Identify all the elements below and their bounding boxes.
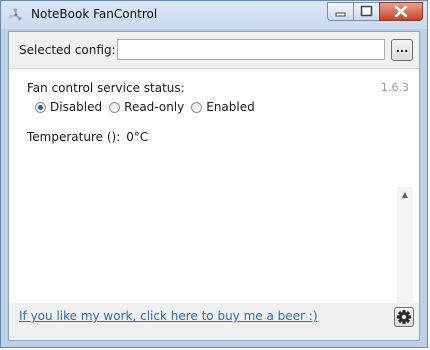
radio-label: Read-only [124,100,185,114]
selected-config-field[interactable] [117,39,385,60]
fan-icon [8,7,24,23]
radio-read-only[interactable]: Read-only [109,100,184,114]
radio-label: Enabled [206,100,255,114]
scroll-up-arrow-icon[interactable]: ▲ [397,187,413,203]
window-title: NoteBook FanControl [31,7,158,21]
gear-icon [395,310,413,329]
minimize-icon [328,9,352,23]
temperature-value: 0°C [126,130,149,144]
title-bar[interactable]: NoteBook FanControl [1,1,427,29]
browse-config-button[interactable]: ... [391,39,413,61]
service-status-label: Fan control service status: [27,81,185,95]
temperature-row: Temperature (): 0°C [27,130,148,144]
minimize-button[interactable] [327,2,353,21]
maximize-button[interactable] [353,2,379,21]
close-button[interactable] [379,2,423,21]
selected-config-label: Selected config: [19,43,116,57]
caption-buttons [327,2,423,22]
radio-label: Disabled [50,100,103,114]
temperature-label: Temperature (): [27,130,121,144]
maximize-icon [354,5,378,23]
donate-link[interactable]: If you like my work, click here to buy m… [19,309,318,323]
radio-button[interactable] [109,101,121,113]
app-window: NoteBook FanControl Selected config: ...… [0,0,428,348]
radio-enabled[interactable]: Enabled [191,100,255,114]
config-row: Selected config: ... [9,32,419,69]
settings-button[interactable] [394,307,414,327]
service-status-options: Disabled Read-only Enabled [35,100,262,114]
status-panel: Fan control service status: 1.6.3 Disabl… [9,69,419,340]
version-label: 1.6.3 [381,81,409,94]
radio-button[interactable] [191,101,203,113]
radio-button[interactable] [35,101,46,113]
radio-disabled[interactable]: Disabled [35,100,102,114]
client-area: Selected config: ... Fan control service… [8,31,420,341]
footer-bar: If you like my work, click here to buy m… [9,303,419,340]
close-icon [380,5,422,23]
